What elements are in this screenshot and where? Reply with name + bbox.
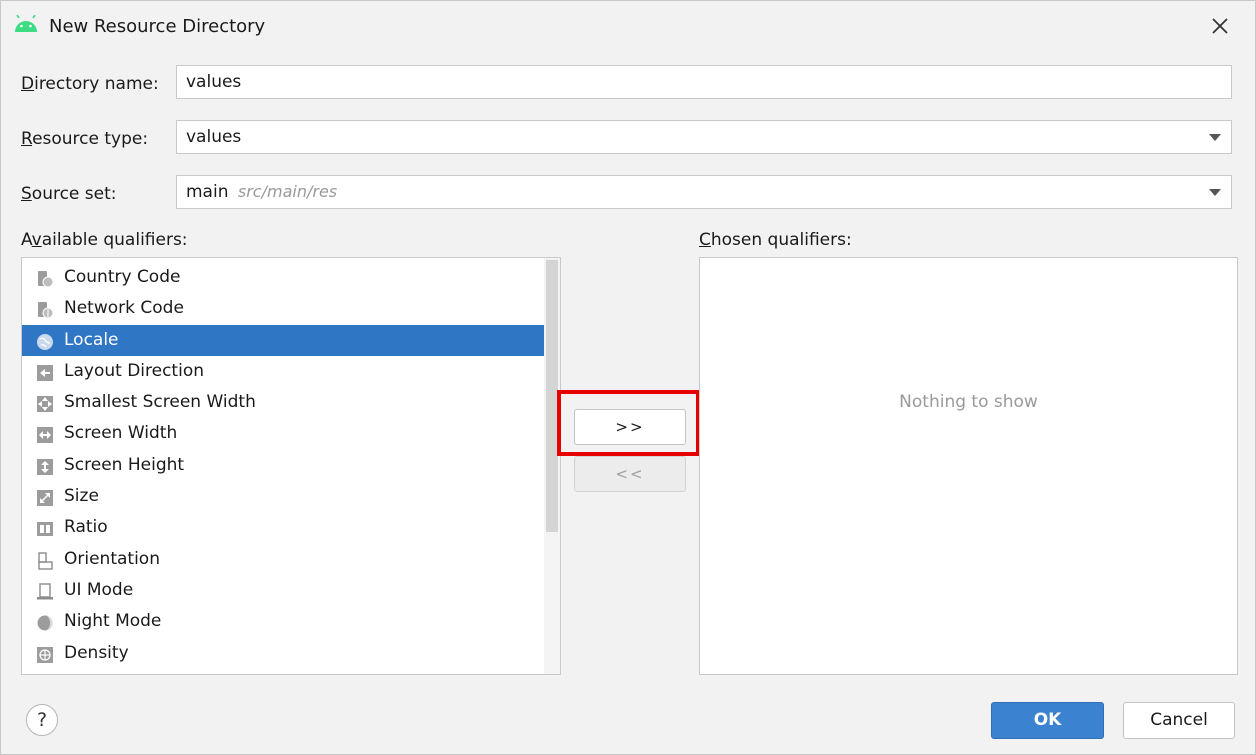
directory-name-input[interactable]	[176, 65, 1232, 99]
help-button[interactable]: ?	[26, 704, 58, 736]
ratio-icon	[36, 518, 54, 537]
list-scrollbar[interactable]	[544, 258, 560, 674]
window-title: New Resource Directory	[49, 16, 266, 37]
list-item-label: Locale	[64, 329, 119, 350]
list-item-label: Network Code	[64, 298, 184, 319]
add-qualifier-button[interactable]: >>	[574, 409, 686, 445]
resource-type-value: values	[186, 127, 242, 147]
help-icon: ?	[36, 709, 48, 731]
list-item-label: Screen Height	[64, 454, 185, 475]
ok-button[interactable]: OK	[991, 702, 1104, 739]
list-item[interactable]: Country Code	[22, 262, 544, 293]
empty-list-text: Nothing to show	[899, 392, 1038, 412]
size-icon	[36, 487, 54, 507]
list-item[interactable]: Size	[22, 481, 544, 512]
qualifier-items: Country Code Network Code Locale Layout Dir…	[22, 262, 544, 669]
source-set-dropdown[interactable]: main src/main/res	[176, 175, 1232, 209]
chevron-down-icon	[1209, 189, 1221, 196]
network-code-icon	[36, 299, 54, 319]
globe-icon	[36, 331, 54, 350]
chevron-down-icon	[1209, 134, 1221, 141]
list-item[interactable]: UI Mode	[22, 575, 544, 606]
list-item[interactable]: Orientation	[22, 544, 544, 575]
available-qualifiers-list[interactable]: Country Code Network Code Locale Layout Dir…	[21, 257, 561, 675]
resource-type-dropdown[interactable]: values	[176, 120, 1232, 154]
list-item[interactable]: Layout Direction	[22, 356, 544, 387]
screen-height-icon	[36, 456, 54, 475]
directory-name-label: Directory name:	[21, 74, 159, 94]
list-item[interactable]: Ratio	[22, 512, 544, 543]
density-icon	[36, 644, 54, 663]
list-item[interactable]: Night Mode	[22, 606, 544, 637]
list-item-label: Layout Direction	[64, 360, 204, 381]
resource-type-label: Resource type:	[21, 129, 149, 149]
list-item-label: Orientation	[64, 548, 160, 569]
smallest-screen-width-icon	[36, 393, 54, 413]
list-item[interactable]: Smallest Screen Width	[22, 387, 544, 418]
list-item[interactable]: Density	[22, 638, 544, 669]
list-item-label: Smallest Screen Width	[64, 392, 256, 413]
close-icon	[1212, 18, 1228, 34]
remove-qualifier-button[interactable]: <<	[574, 456, 686, 492]
list-item-label: Night Mode	[64, 611, 162, 632]
country-code-icon	[36, 268, 54, 288]
source-set-value: main	[186, 182, 229, 202]
list-item[interactable]: Screen Width	[22, 418, 544, 449]
list-item-label: Size	[64, 486, 99, 507]
cancel-button[interactable]: Cancel	[1123, 702, 1235, 739]
orientation-icon	[36, 550, 54, 570]
list-item[interactable]: Screen Height	[22, 450, 544, 481]
list-item-label: Country Code	[64, 267, 181, 287]
ui-mode-icon	[36, 581, 54, 600]
list-item[interactable]: Locale	[22, 324, 544, 356]
list-item-label: UI Mode	[64, 579, 134, 600]
source-set-label: Source set:	[21, 184, 117, 204]
list-item-label: Density	[64, 642, 129, 663]
source-set-path-hint: src/main/res	[237, 182, 338, 201]
chosen-qualifiers-list[interactable]: Nothing to show	[699, 257, 1238, 675]
title-bar: New Resource Directory	[1, 1, 1255, 53]
chosen-qualifiers-label: Chosen qualifiers:	[699, 230, 852, 250]
list-item-label: Screen Width	[64, 423, 178, 444]
layout-direction-icon	[36, 362, 54, 381]
night-mode-icon	[36, 612, 54, 631]
available-qualifiers-label: Available qualifiers:	[21, 230, 188, 250]
close-button[interactable]	[1203, 9, 1237, 43]
new-resource-directory-dialog: New Resource Directory Directory name: R…	[0, 0, 1256, 755]
android-icon	[13, 14, 39, 33]
screen-width-icon	[36, 424, 54, 444]
list-item[interactable]: Network Code	[22, 293, 544, 324]
list-item-label: Ratio	[64, 517, 108, 538]
